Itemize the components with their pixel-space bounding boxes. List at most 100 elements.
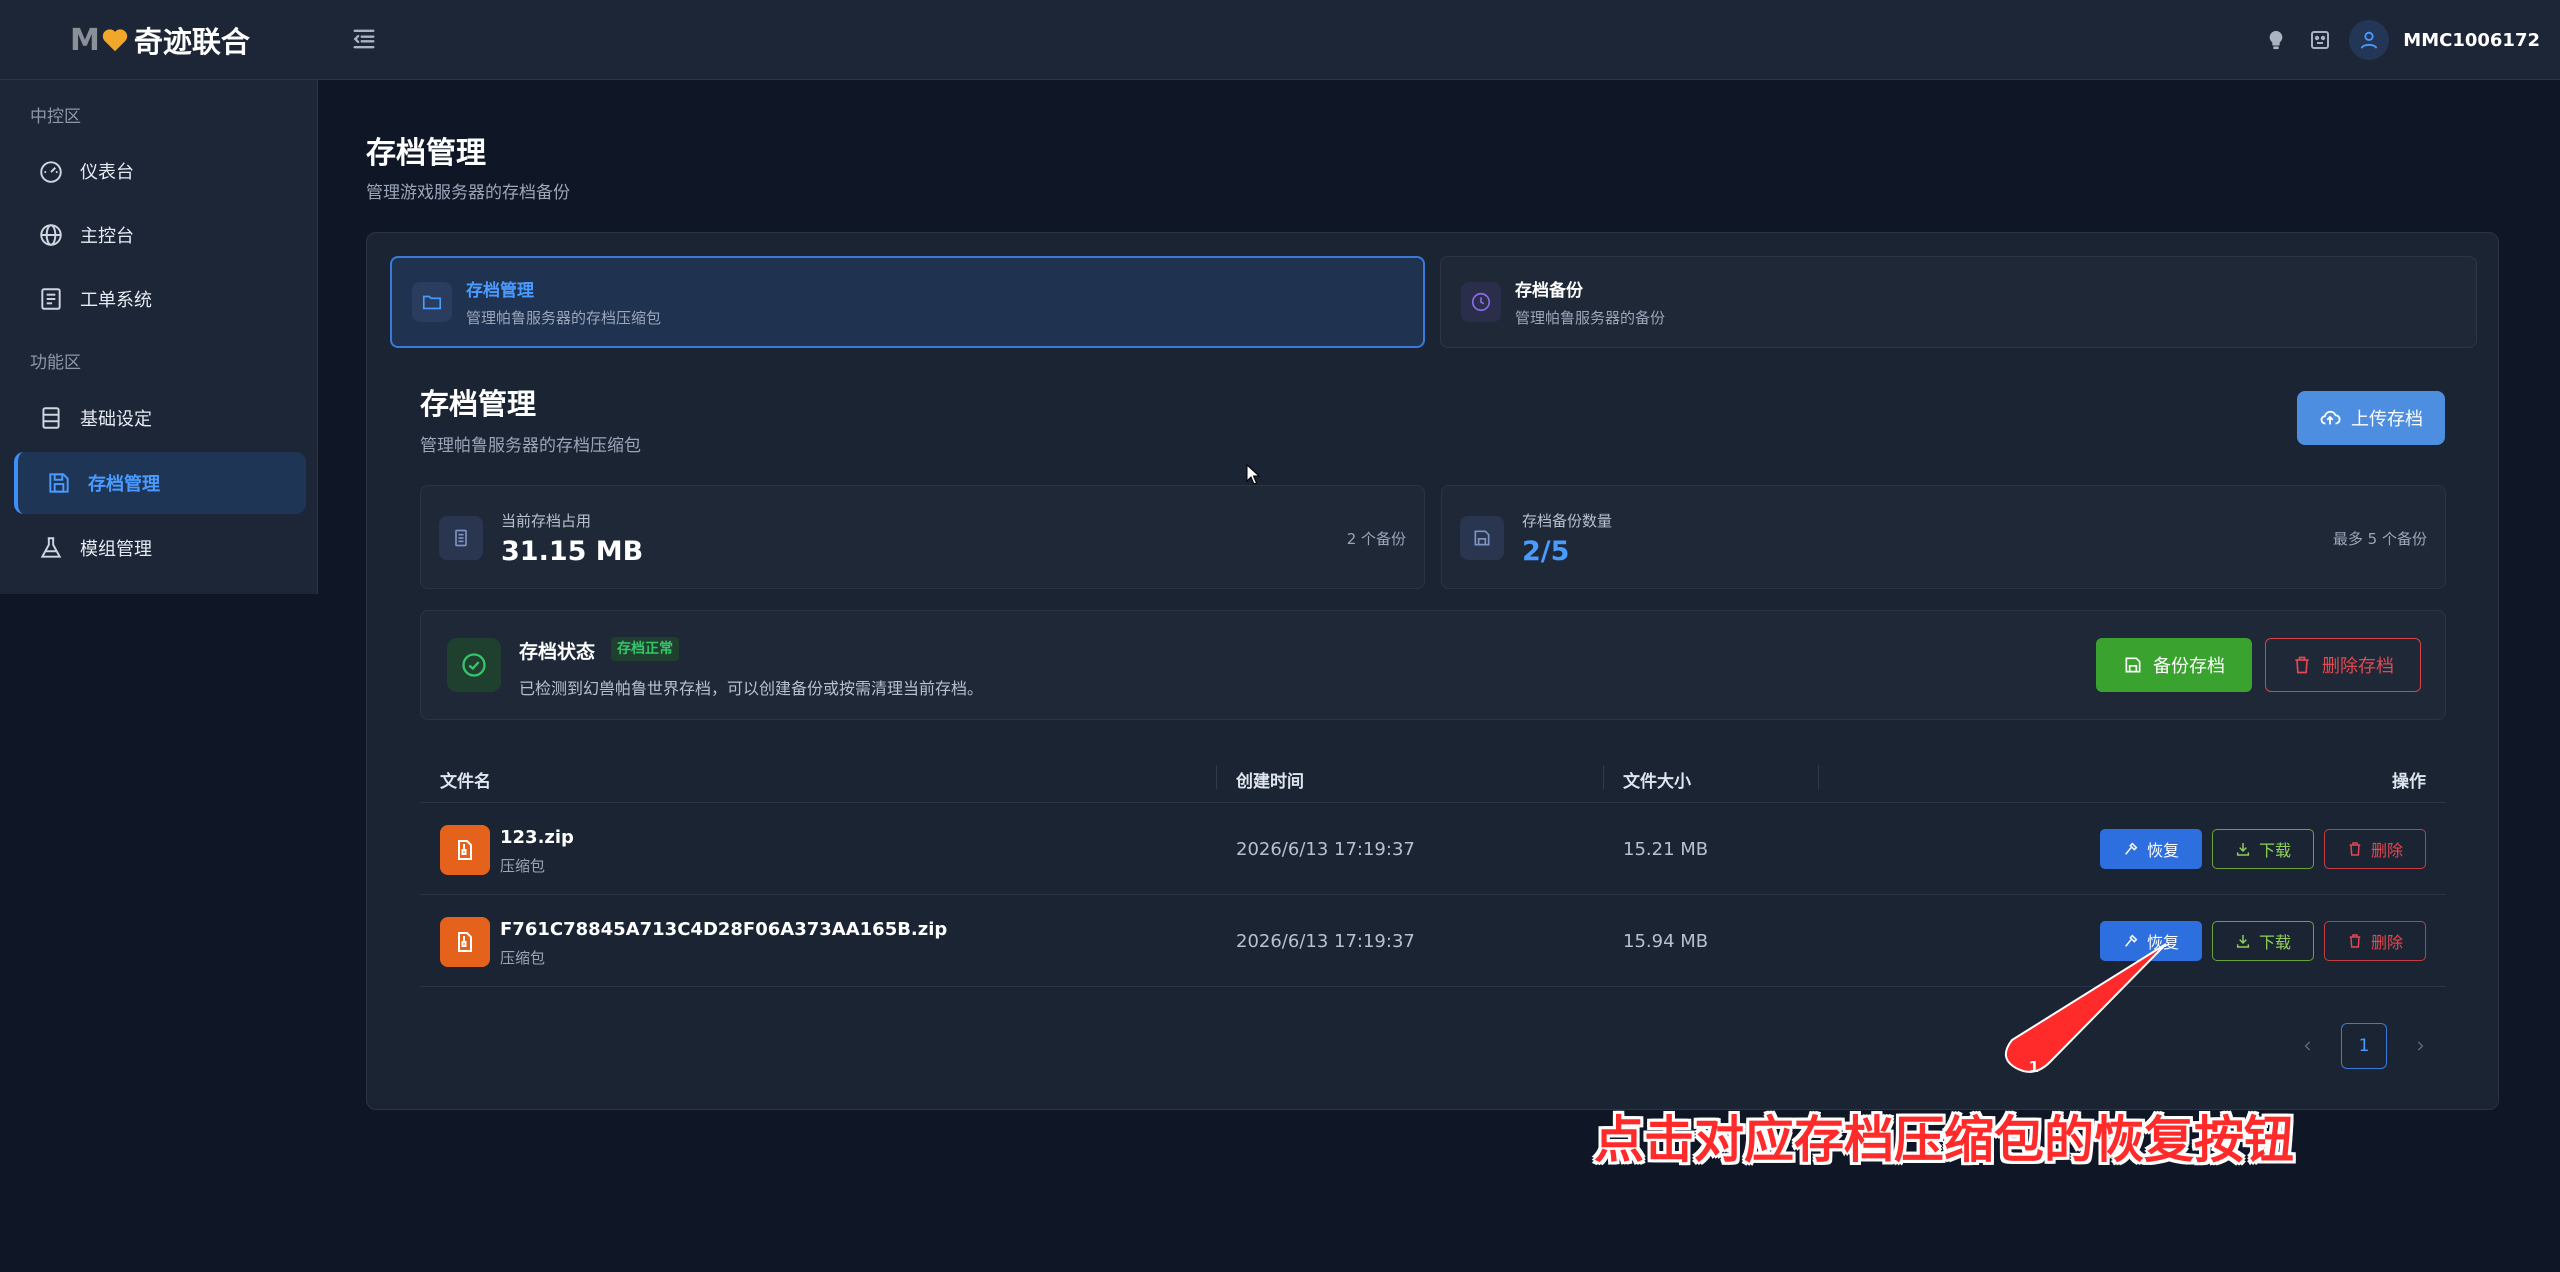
- sidebar-item-console[interactable]: 主控台: [14, 204, 306, 266]
- zip-file-icon: [440, 825, 490, 875]
- section-subtitle: 管理帕鲁服务器的存档压缩包: [420, 436, 641, 456]
- delete-button[interactable]: 删除: [2324, 829, 2426, 869]
- save-status-card: 存档状态 存档正常 已检测到幻兽帕鲁世界存档，可以创建备份或按需清理当前存档。 …: [420, 610, 2446, 720]
- sidebar-section-label: 中控区: [30, 107, 81, 127]
- page-number-button[interactable]: 1: [2341, 1023, 2387, 1069]
- restore-label: 恢复: [2146, 841, 2179, 860]
- backup-save-button[interactable]: 备份存档: [2096, 638, 2252, 692]
- page-subtitle: 管理游戏服务器的存档备份: [366, 183, 570, 203]
- top-bar: M 奇迹联合 MMC1006172: [0, 0, 2560, 80]
- sidebar-section-label: 功能区: [30, 353, 81, 373]
- tab-description: 管理帕鲁服务器的备份: [1515, 309, 1666, 327]
- tab-save-backup[interactable]: 存档备份 管理帕鲁服务器的备份: [1440, 256, 2477, 348]
- sidebar-item-label: 仪表台: [80, 162, 134, 183]
- file-type: 压缩包: [500, 857, 546, 875]
- status-title: 存档状态: [519, 641, 596, 663]
- lightbulb-icon[interactable]: [2261, 25, 2291, 55]
- flask-icon: [40, 537, 62, 558]
- column-header-created: 创建时间: [1236, 772, 1304, 792]
- column-divider: [1603, 765, 1604, 789]
- cloud-upload-icon: [2320, 410, 2341, 425]
- stat-value: 2/5: [1522, 536, 1570, 567]
- mouse-cursor-icon: [1246, 464, 1261, 485]
- section-title: 存档管理: [420, 387, 537, 421]
- status-description: 已检测到幻兽帕鲁世界存档，可以创建备份或按需清理当前存档。: [519, 679, 984, 698]
- sidebar-item-label: 模组管理: [80, 539, 152, 560]
- username[interactable]: MMC1006172: [2403, 30, 2540, 51]
- annotation-text: 点击对应存档压缩包的恢复按钮: [1594, 1111, 2294, 1169]
- sidebar-item-label: 存档管理: [88, 474, 160, 495]
- tab-save-management[interactable]: 存档管理 管理帕鲁服务器的存档压缩包: [390, 256, 1425, 348]
- restore-button[interactable]: 恢复: [2100, 829, 2202, 869]
- column-header-size: 文件大小: [1623, 772, 1691, 792]
- sidebar: 中控区 仪表台 主控台 工单系统 功能区 基础设定 存档管理 模组管理: [0, 80, 318, 594]
- logo-mark: M: [70, 22, 100, 58]
- download-label: 下载: [2258, 933, 2291, 952]
- trash-icon: [2349, 842, 2361, 856]
- trash-icon: [2295, 656, 2309, 674]
- sidebar-item-label: 主控台: [80, 226, 134, 247]
- dashboard-icon: [40, 161, 62, 183]
- trash-icon: [2349, 934, 2361, 948]
- top-right-actions: MMC1006172: [2261, 18, 2540, 62]
- server-icon: [42, 407, 60, 429]
- annotation-step-number: 1: [2028, 1058, 2040, 1076]
- sidebar-item-dashboard[interactable]: 仪表台: [14, 140, 306, 202]
- save-icon: [49, 473, 69, 493]
- delete-label: 删除: [2370, 933, 2403, 952]
- chevron-left-icon[interactable]: [2285, 1023, 2331, 1069]
- chevron-right-icon[interactable]: [2397, 1023, 2443, 1069]
- tab-title: 存档备份: [1515, 281, 1583, 301]
- tab-title: 存档管理: [466, 281, 534, 301]
- table-header: 文件名 创建时间 文件大小 操作: [420, 751, 2446, 803]
- sidebar-item-basic-settings[interactable]: 基础设定: [14, 387, 306, 449]
- column-header-filename: 文件名: [440, 772, 491, 792]
- stat-label: 存档备份数量: [1522, 512, 1613, 530]
- app-logo[interactable]: M 奇迹联合: [70, 18, 250, 62]
- stat-note: 最多 5 个备份: [2332, 530, 2427, 548]
- menu-collapse-icon[interactable]: [350, 25, 378, 53]
- download-label: 下载: [2258, 841, 2291, 860]
- heart-icon: [102, 29, 128, 52]
- annotation-arrow-icon: [2005, 943, 2167, 1073]
- backup-save-label: 备份存档: [2153, 656, 2225, 677]
- delete-save-label: 删除存档: [2322, 656, 2394, 677]
- file-name: 123.zip: [500, 827, 574, 848]
- sidebar-item-label: 工单系统: [80, 290, 152, 311]
- created-time: 2026/6/13 17:19:37: [1236, 931, 1415, 952]
- status-badge: 存档正常: [611, 637, 679, 661]
- logo-text: 奇迹联合: [133, 25, 250, 59]
- download-icon: [2236, 935, 2250, 948]
- delete-label: 删除: [2370, 841, 2403, 860]
- download-button[interactable]: 下载: [2212, 829, 2314, 869]
- robot-icon[interactable]: [2305, 25, 2335, 55]
- folder-icon: [412, 282, 452, 322]
- list-icon: [41, 288, 61, 310]
- avatar[interactable]: [2349, 20, 2390, 60]
- column-header-actions: 操作: [2392, 772, 2426, 792]
- save-icon: [1460, 516, 1504, 560]
- download-button[interactable]: 下载: [2212, 921, 2314, 961]
- sidebar-item-tickets[interactable]: 工单系统: [14, 268, 306, 330]
- upload-save-button[interactable]: 上传存档: [2297, 391, 2445, 445]
- save-icon: [2125, 657, 2141, 673]
- zip-file-icon: [440, 917, 490, 967]
- tab-description: 管理帕鲁服务器的存档压缩包: [466, 309, 662, 327]
- stat-card-storage: 当前存档占用 31.15 MB 2 个备份: [420, 485, 1425, 589]
- file-size: 15.94 MB: [1623, 931, 1709, 952]
- stat-note: 2 个备份: [1346, 530, 1406, 548]
- column-divider: [1818, 765, 1819, 789]
- file-type: 压缩包: [500, 949, 546, 967]
- pagination: 1: [2285, 1023, 2445, 1069]
- delete-button[interactable]: 删除: [2324, 921, 2426, 961]
- stat-value: 31.15 MB: [501, 536, 644, 567]
- sidebar-item-mod-management[interactable]: 模组管理: [14, 517, 306, 579]
- delete-save-button[interactable]: 删除存档: [2265, 638, 2421, 692]
- sidebar-item-save-management[interactable]: 存档管理: [14, 452, 306, 514]
- column-divider: [1216, 765, 1217, 789]
- table-row: 123.zip 压缩包 2026/6/13 17:19:37 15.21 MB …: [420, 803, 2446, 895]
- created-time: 2026/6/13 17:19:37: [1236, 839, 1415, 860]
- stat-label: 当前存档占用: [501, 512, 592, 530]
- globe-icon: [40, 224, 62, 246]
- check-circle-icon: [447, 638, 501, 692]
